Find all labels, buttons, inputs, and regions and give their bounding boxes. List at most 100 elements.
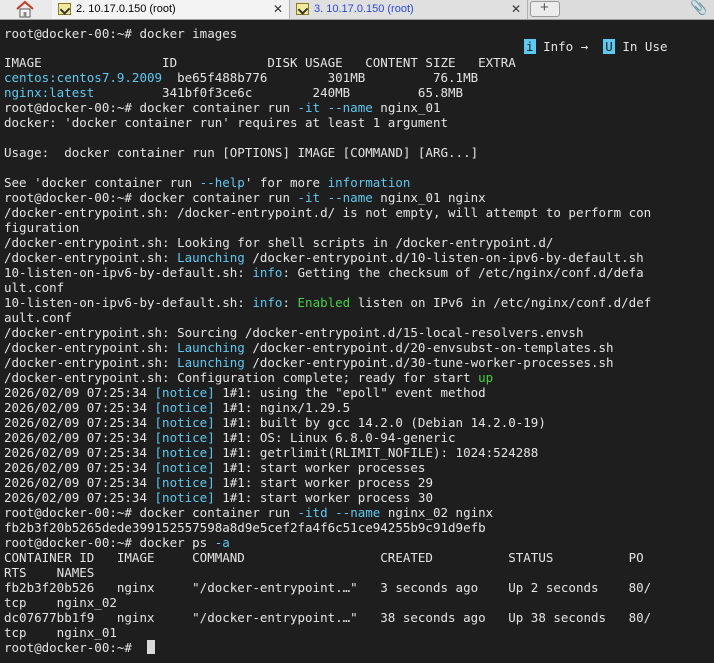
terminal-text: ' for more: [244, 175, 328, 190]
terminal-text: 10-listen-on-ipv6-by-default.sh:: [4, 265, 253, 280]
hint-key-info: i: [524, 39, 536, 54]
tab-bar: 2. 10.17.0.150 (root) ✕ 3. 10.17.0.150 (…: [0, 0, 714, 20]
terminal-text: 1#1: start worker process 29: [214, 475, 433, 490]
terminal-text: /docker-entrypoint.sh: Sourcing /docker-…: [4, 325, 584, 340]
terminal-line: root@docker-00:~# docker container run -…: [4, 100, 441, 115]
terminal-output[interactable]: i Info → U In Use root@docker-00:~# dock…: [0, 22, 714, 663]
terminal-text: tcp nginx_01: [4, 625, 117, 640]
terminal-text: root@docker-00:~# docker images: [4, 26, 238, 41]
terminal-line: See 'docker container run --help' for mo…: [4, 175, 410, 190]
close-icon[interactable]: ✕: [273, 0, 283, 19]
attachment-icon[interactable]: 📎: [690, 0, 707, 16]
terminal-line: fb2b3f20b5265dede399152557598a8d9e5cef2f…: [4, 520, 486, 535]
terminal-line: root@docker-00:~# docker ps -a: [4, 535, 230, 550]
terminal-text: info: [252, 265, 283, 280]
terminal-text: 1#1: nginx/1.29.5: [214, 400, 351, 415]
terminal-text: up: [478, 370, 494, 385]
terminal-text: docker: 'docker container run' requires …: [4, 115, 449, 130]
terminal-text: -it: [297, 100, 321, 115]
terminal-line: /docker-entrypoint.sh: Launching /docker…: [4, 250, 644, 265]
terminal-text: See 'docker container run: [4, 175, 200, 190]
terminal-text: --help: [199, 175, 245, 190]
terminal-text: [notice]: [154, 385, 215, 400]
terminal-text: /docker-entrypoint.sh: /docker-entrypoin…: [4, 205, 652, 220]
terminal-text: 2026/02/09 07:25:34: [4, 400, 155, 415]
terminal-text: 1#1: start worker processes: [214, 460, 426, 475]
terminal-text: ault.conf: [4, 310, 72, 325]
terminal-line: /docker-entrypoint.sh: Launching /docker…: [4, 340, 614, 355]
terminal-text: 1#1: OS: Linux 6.8.0-94-generic: [214, 430, 456, 445]
terminal-text: nginx_01 nginx: [372, 190, 486, 205]
terminal-line: 2026/02/09 07:25:34 [notice] 1#1: start …: [4, 460, 425, 475]
terminal-line: /docker-entrypoint.sh: Configuration com…: [4, 370, 493, 385]
terminal-line: /docker-entrypoint.sh: Sourcing /docker-…: [4, 325, 583, 340]
terminal-line: nginx:latest 341bf0f3ce6c 240MB 65.8MB: [4, 85, 463, 100]
hint-key-in-use: U: [603, 39, 615, 54]
terminal-line: 10-listen-on-ipv6-by-default.sh: info: E…: [4, 295, 651, 310]
terminal-text: --name: [335, 505, 381, 520]
terminal-text: Enabled: [297, 295, 351, 310]
terminal-text: info: [252, 295, 283, 310]
home-button[interactable]: [0, 0, 53, 19]
terminal-text: [notice]: [154, 430, 215, 445]
terminal-text: 2026/02/09 07:25:34: [4, 430, 155, 445]
terminal-text: nginx_02 nginx: [380, 505, 494, 520]
terminal-line: 2026/02/09 07:25:34 [notice] 1#1: nginx/…: [4, 400, 350, 415]
terminal-line: fb2b3f20b526 nginx "/docker-entrypoint.……: [4, 580, 651, 595]
terminal-line: 2026/02/09 07:25:34 [notice] 1#1: start …: [4, 490, 433, 505]
terminal-text: fb2b3f20b526 nginx "/docker-entrypoint.……: [4, 580, 652, 595]
terminal-text: 2026/02/09 07:25:34: [4, 460, 155, 475]
terminal-line: root@docker-00:~# docker images: [4, 26, 237, 41]
terminal-text: 1#1: using the "epoll" event method: [214, 385, 486, 400]
terminal-text: -itd: [297, 505, 328, 520]
app-window: 2. 10.17.0.150 (root) ✕ 3. 10.17.0.150 (…: [0, 0, 714, 663]
terminal-text: [notice]: [154, 460, 215, 475]
terminal-text: fb2b3f20b5265dede399152557598a8d9e5cef2f…: [4, 520, 486, 535]
terminal-text: -it: [297, 190, 321, 205]
home-icon: [16, 0, 34, 18]
terminal-text: 2026/02/09 07:25:34: [4, 445, 155, 460]
terminal-line: centos:centos7.9.2009 be65f488b776 301MB…: [4, 70, 478, 85]
terminal-text: figuration: [4, 220, 80, 235]
terminal-text: 2026/02/09 07:25:34: [4, 415, 155, 430]
terminal-line: /docker-entrypoint.sh: Looking for shell…: [4, 235, 553, 250]
terminal-text: CONTAINER ID IMAGE COMMAND CREATED STATU…: [4, 550, 644, 565]
terminal-text: RTS NAMES: [4, 565, 95, 580]
terminal-text: [notice]: [154, 415, 215, 430]
close-icon[interactable]: ✕: [511, 0, 521, 19]
terminal-text: [notice]: [154, 490, 215, 505]
terminal-line: CONTAINER ID IMAGE COMMAND CREATED STATU…: [4, 550, 644, 565]
terminal-text: information: [327, 175, 411, 190]
tab-label: 2. 10.17.0.150 (root): [76, 3, 176, 15]
terminal-line: dc07677bb1f9 nginx "/docker-entrypoint.……: [4, 610, 651, 625]
terminal-text: /docker-entrypoint.d/20-envsubst-on-temp…: [244, 340, 614, 355]
terminal-text: be65f488b776 301MB 76.1MB: [162, 70, 479, 85]
tab-label: 3. 10.17.0.150 (root): [314, 3, 414, 15]
terminal-line: root@docker-00:~# docker container run -…: [4, 190, 486, 205]
terminal-text: 2026/02/09 07:25:34: [4, 490, 155, 505]
terminal-text: /docker-entrypoint.d/10-listen-on-ipv6-b…: [244, 250, 644, 265]
terminal-text: dc07677bb1f9 nginx "/docker-entrypoint.……: [4, 610, 652, 625]
terminal-text: centos:centos7.9.2009: [4, 70, 163, 85]
terminal-line: tcp nginx_02: [4, 595, 117, 610]
terminal-text: 2026/02/09 07:25:34: [4, 385, 155, 400]
terminal-text: root@docker-00:~# docker container run: [4, 190, 298, 205]
new-tab-button[interactable]: [530, 0, 560, 17]
terminal-text: Launching: [177, 250, 245, 265]
tab-session-2[interactable]: 2. 10.17.0.150 (root) ✕: [52, 0, 290, 19]
terminal-line: 2026/02/09 07:25:34 [notice] 1#1: built …: [4, 415, 546, 430]
terminal-text: /docker-entrypoint.sh: Configuration com…: [4, 370, 479, 385]
terminal-text: /docker-entrypoint.sh:: [4, 355, 178, 370]
tab-session-3[interactable]: 3. 10.17.0.150 (root) ✕: [290, 0, 528, 19]
terminal-text: [notice]: [154, 400, 215, 415]
terminal-line: 2026/02/09 07:25:34 [notice] 1#1: getrli…: [4, 445, 538, 460]
terminal-text: 2026/02/09 07:25:34: [4, 475, 155, 490]
terminal-line: /docker-entrypoint.sh: /docker-entrypoin…: [4, 205, 651, 220]
terminal-text: /docker-entrypoint.sh:: [4, 340, 178, 355]
terminal-text: listen on IPv6 in /etc/nginx/conf.d/def: [350, 295, 652, 310]
terminal-text: nginx_01: [372, 100, 441, 115]
terminal-text: 1#1: built by gcc 14.2.0 (Debian 14.2.0-…: [214, 415, 546, 430]
terminal-text: /docker-entrypoint.sh:: [4, 250, 178, 265]
